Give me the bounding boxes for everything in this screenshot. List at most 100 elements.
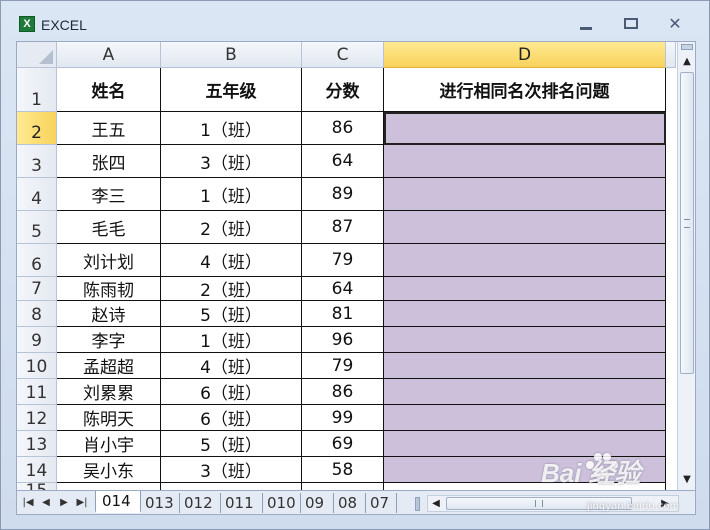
row-header-13[interactable]: 13 [17, 431, 57, 457]
header-cell-d[interactable]: 进行相同名次排名问题 [384, 68, 666, 112]
cell-d12[interactable] [384, 405, 666, 431]
sheet-tab-08[interactable]: 08 [332, 493, 366, 513]
cell-d9[interactable] [384, 327, 666, 353]
sheet-tab-012[interactable]: 012 [178, 493, 221, 513]
cell-a11[interactable]: 刘累累 [57, 379, 161, 405]
cell-c5[interactable]: 87 [302, 211, 384, 244]
cell-b6[interactable]: 4（班） [161, 244, 302, 277]
cell-d2[interactable] [384, 112, 666, 145]
cell-a14[interactable]: 吴小东 [57, 457, 161, 483]
scroll-up-icon[interactable]: ▲ [678, 54, 695, 70]
vertical-scroll-thumb[interactable] [680, 72, 694, 374]
cell-c3[interactable]: 64 [302, 145, 384, 178]
cell-c8[interactable]: 81 [302, 301, 384, 327]
cell-b7[interactable]: 2（班） [161, 277, 302, 301]
column-header-d[interactable]: D [384, 42, 666, 68]
cell-d6[interactable] [384, 244, 666, 277]
cell-a8[interactable]: 赵诗 [57, 301, 161, 327]
cell-c7[interactable]: 64 [302, 277, 384, 301]
cell-a10[interactable]: 孟超超 [57, 353, 161, 379]
window-title: EXCEL [41, 17, 87, 33]
row-header-3[interactable]: 3 [17, 145, 57, 178]
tab-split-handle[interactable] [415, 497, 420, 511]
column-header-c[interactable]: C [302, 42, 384, 68]
scroll-left-icon[interactable]: ◀ [429, 496, 443, 511]
cell-a9[interactable]: 李字 [57, 327, 161, 353]
column-header-a[interactable]: A [57, 42, 161, 68]
cell-c4[interactable]: 89 [302, 178, 384, 211]
maximize-icon [624, 18, 638, 29]
cell-d8[interactable] [384, 301, 666, 327]
cell-d3[interactable] [384, 145, 666, 178]
sheet-tab-010[interactable]: 010 [261, 493, 301, 513]
cell-c14[interactable]: 58 [302, 457, 384, 483]
cell-b2[interactable]: 1（班） [161, 112, 302, 145]
cell-b4[interactable]: 1（班） [161, 178, 302, 211]
cell-d4[interactable] [384, 178, 666, 211]
cell-b9[interactable]: 1（班） [161, 327, 302, 353]
close-icon: ✕ [668, 14, 682, 33]
row-header-11[interactable]: 11 [17, 379, 57, 405]
cell-c12[interactable]: 99 [302, 405, 384, 431]
cell-b12[interactable]: 6（班） [161, 405, 302, 431]
cell-c6[interactable]: 79 [302, 244, 384, 277]
vertical-split-handle[interactable] [681, 44, 693, 50]
sheet-tab-013[interactable]: 013 [139, 493, 180, 513]
next-sheet-icon[interactable]: ▶ [57, 495, 71, 511]
cell-a4[interactable]: 李三 [57, 178, 161, 211]
maximize-button[interactable] [617, 13, 645, 35]
header-cell-b[interactable]: 五年级 [161, 68, 302, 112]
header-cell-a[interactable]: 姓名 [57, 68, 161, 112]
cell-a13[interactable]: 肖小宇 [57, 431, 161, 457]
sheet-tab-011[interactable]: 011 [219, 493, 263, 513]
first-sheet-icon[interactable]: |◀ [21, 495, 35, 511]
row-header-10[interactable]: 10 [17, 353, 57, 379]
cell-c9[interactable]: 96 [302, 327, 384, 353]
cell-d11[interactable] [384, 379, 666, 405]
column-header-b[interactable]: B [161, 42, 302, 68]
sheet-tab-07[interactable]: 07 [364, 493, 397, 513]
cell-a7[interactable]: 陈雨韧 [57, 277, 161, 301]
cell-a5[interactable]: 毛毛 [57, 211, 161, 244]
cell-b5[interactable]: 2（班） [161, 211, 302, 244]
sheet-tab-09[interactable]: 09 [299, 493, 334, 513]
last-sheet-icon[interactable]: ▶| [75, 495, 89, 511]
cell-a6[interactable]: 刘计划 [57, 244, 161, 277]
cell-b3[interactable]: 3（班） [161, 145, 302, 178]
vertical-scrollbar[interactable]: ▲ ▼ [677, 42, 695, 490]
prev-sheet-icon[interactable]: ◀ [39, 495, 53, 511]
cell-b10[interactable]: 4（班） [161, 353, 302, 379]
cell-b13[interactable]: 5（班） [161, 431, 302, 457]
row-header-9[interactable]: 9 [17, 327, 57, 353]
cell-c2[interactable]: 86 [302, 112, 384, 145]
cell-b11[interactable]: 6（班） [161, 379, 302, 405]
excel-window: X EXCEL ✕ A B C D 1 姓名 五年级 分数 进行相同名次排名问题 2 王五 1（班） 8… [0, 0, 710, 530]
title-bar[interactable]: X EXCEL ✕ [1, 1, 709, 41]
row-header-6[interactable]: 6 [17, 244, 57, 277]
close-button[interactable]: ✕ [661, 13, 689, 35]
cell-a12[interactable]: 陈明天 [57, 405, 161, 431]
cell-d5[interactable] [384, 211, 666, 244]
cell-c11[interactable]: 86 [302, 379, 384, 405]
minimize-button[interactable] [572, 13, 600, 35]
row-header-7[interactable]: 7 [17, 277, 57, 301]
cell-b8[interactable]: 5（班） [161, 301, 302, 327]
header-cell-c[interactable]: 分数 [302, 68, 384, 112]
row-header-14[interactable]: 14 [17, 457, 57, 483]
row-header-12[interactable]: 12 [17, 405, 57, 431]
row-header-8[interactable]: 8 [17, 301, 57, 327]
cell-c10[interactable]: 79 [302, 353, 384, 379]
cell-d7[interactable] [384, 277, 666, 301]
cell-a3[interactable]: 张四 [57, 145, 161, 178]
row-header-2[interactable]: 2 [17, 112, 57, 145]
row-header-1[interactable]: 1 [17, 68, 57, 112]
row-header-5[interactable]: 5 [17, 211, 57, 244]
sheet-tab-014[interactable]: 014 [95, 491, 141, 513]
cell-b14[interactable]: 3（班） [161, 457, 302, 483]
cell-d10[interactable] [384, 353, 666, 379]
cell-c13[interactable]: 69 [302, 431, 384, 457]
row-header-4[interactable]: 4 [17, 178, 57, 211]
select-all-corner[interactable] [17, 42, 57, 68]
grip-icon [535, 500, 543, 507]
cell-a2[interactable]: 王五 [57, 112, 161, 145]
